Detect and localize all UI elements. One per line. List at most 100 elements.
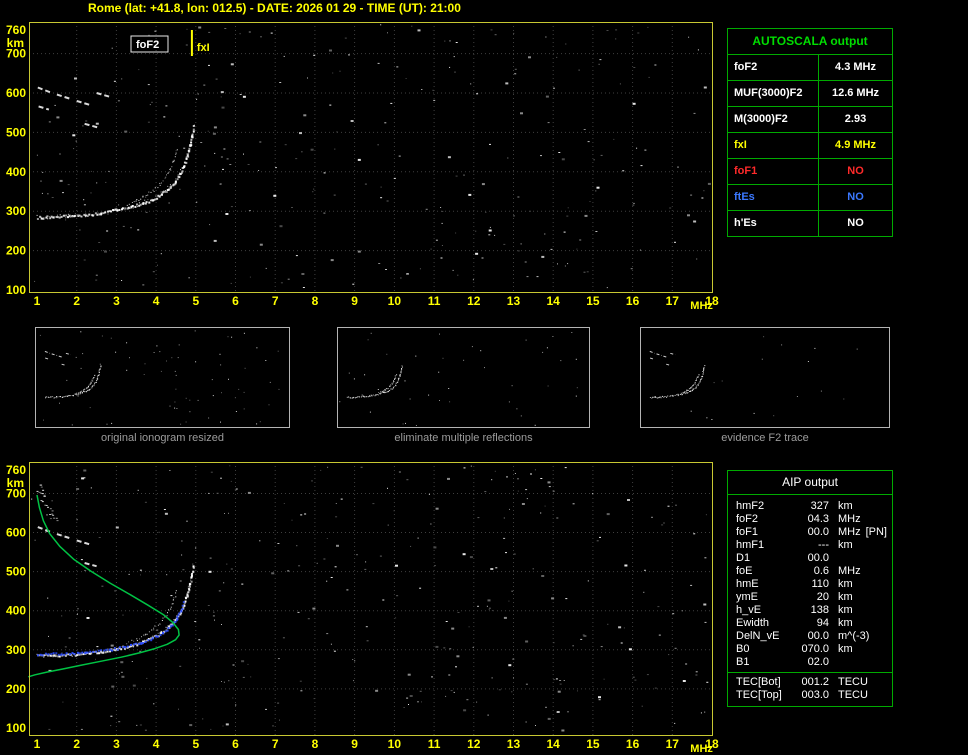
aip-extra: [PN] bbox=[866, 526, 887, 539]
svg-text:km: km bbox=[7, 36, 24, 50]
aip-row-B0: B0070.0km bbox=[728, 643, 892, 656]
aip-value: 0.6 bbox=[793, 565, 829, 578]
aip-row-Ewidth: Ewidth94km bbox=[728, 617, 892, 630]
annotation-fxi: fxI bbox=[192, 30, 210, 56]
autoscala-row-fxI: fxI4.9 MHz bbox=[728, 133, 892, 159]
aip-label: hmF1 bbox=[736, 539, 793, 552]
svg-text:2: 2 bbox=[73, 737, 80, 751]
thumbnail-eliminate-multiples bbox=[337, 327, 590, 428]
annotation-fof2: foF2 bbox=[131, 36, 168, 52]
svg-text:12: 12 bbox=[467, 294, 481, 308]
grid-lines bbox=[29, 462, 712, 735]
svg-text:100: 100 bbox=[6, 721, 26, 735]
aip-row-DelN_vE: DelN_vE00.0m^(-3) bbox=[728, 630, 892, 643]
svg-text:5: 5 bbox=[192, 737, 199, 751]
svg-text:13: 13 bbox=[507, 737, 521, 751]
aip-value: 00.0 bbox=[793, 526, 829, 539]
aip-label: foF1 bbox=[736, 526, 793, 539]
aip-row-foF2: foF204.3MHz bbox=[728, 513, 892, 526]
aip-row-hmE: hmE110km bbox=[728, 578, 892, 591]
aip-unit: km bbox=[829, 617, 853, 630]
aip-row-B1: B102.0 bbox=[728, 656, 892, 669]
aip-value: --- bbox=[793, 539, 829, 552]
svg-text:12: 12 bbox=[467, 737, 481, 751]
svg-text:8: 8 bbox=[312, 294, 319, 308]
svg-text:16: 16 bbox=[626, 294, 640, 308]
autoscala-param-label: M(3000)F2 bbox=[728, 107, 819, 132]
autoscala-row-foF2: foF24.3 MHz bbox=[728, 55, 892, 81]
y-axis-labels: 760700600500400300200100km bbox=[6, 23, 26, 297]
station-title: Rome (lat: +41.8, lon: 012.5) - DATE: 20… bbox=[88, 1, 461, 15]
autoscala-param-value: NO bbox=[819, 159, 892, 184]
thumbnail-caption-original: original ionogram resized bbox=[35, 432, 290, 444]
aip-value: 110 bbox=[793, 578, 829, 591]
aip-unit: km bbox=[829, 604, 853, 617]
aip-label: TEC[Top] bbox=[736, 689, 793, 702]
aip-unit: TECU bbox=[829, 689, 868, 702]
f2-trace bbox=[37, 125, 195, 220]
autoscala-param-value: 4.9 MHz bbox=[819, 133, 892, 158]
aip-value: 00.0 bbox=[793, 630, 829, 643]
aip-label: h_vE bbox=[736, 604, 793, 617]
aip-label: D1 bbox=[736, 552, 793, 565]
aip-unit: km bbox=[829, 500, 853, 513]
svg-text:10: 10 bbox=[388, 294, 402, 308]
aip-value: 327 bbox=[793, 500, 829, 513]
aip-output-table: AIP output hmF2327kmfoF204.3MHzfoF100.0M… bbox=[727, 470, 893, 707]
svg-text:200: 200 bbox=[6, 682, 26, 696]
svg-text:14: 14 bbox=[546, 737, 560, 751]
svg-text:13: 13 bbox=[507, 294, 521, 308]
svg-text:16: 16 bbox=[626, 737, 640, 751]
svg-text:14: 14 bbox=[546, 294, 560, 308]
svg-text:11: 11 bbox=[428, 737, 441, 751]
svg-text:400: 400 bbox=[6, 165, 26, 179]
svg-text:1: 1 bbox=[34, 294, 41, 308]
autoscala-row-MUF(3000)F2: MUF(3000)F212.6 MHz bbox=[728, 81, 892, 107]
aip-row-TEC[Bot]: TEC[Bot]001.2TECU bbox=[728, 676, 892, 689]
autoscala-param-value: NO bbox=[819, 185, 892, 210]
svg-text:17: 17 bbox=[666, 737, 680, 751]
svg-text:3: 3 bbox=[113, 294, 120, 308]
svg-text:9: 9 bbox=[351, 294, 358, 308]
autoscala-row-foF1: foF1NO bbox=[728, 159, 892, 185]
autoscala-param-value: 2.93 bbox=[819, 107, 892, 132]
svg-text:760: 760 bbox=[6, 23, 26, 37]
f2-trace-branch bbox=[127, 153, 177, 206]
thumbnail-caption-evidence: evidence F2 trace bbox=[640, 432, 890, 444]
svg-text:1: 1 bbox=[34, 737, 41, 751]
aip-value: 070.0 bbox=[793, 643, 829, 656]
autoscala-param-label: foF1 bbox=[728, 159, 819, 184]
svg-text:9: 9 bbox=[351, 737, 358, 751]
aip-row-ymE: ymE20km bbox=[728, 591, 892, 604]
aip-unit: MHz bbox=[829, 565, 861, 578]
background-noise bbox=[31, 465, 708, 731]
aip-value: 20 bbox=[793, 591, 829, 604]
svg-text:300: 300 bbox=[6, 643, 26, 657]
aip-label: hmE bbox=[736, 578, 793, 591]
aip-row-TEC[Top]: TEC[Top]003.0TECU bbox=[728, 689, 892, 702]
aip-row-hmF2: hmF2327km bbox=[728, 500, 892, 513]
svg-text:500: 500 bbox=[6, 565, 26, 579]
x-axis-labels: 123456789101112131415161718MHz bbox=[34, 737, 719, 755]
x-axis-labels: 123456789101112131415161718MHz bbox=[34, 294, 719, 312]
aip-row-foF1: foF100.0MHz[PN] bbox=[728, 526, 892, 539]
aip-table-title: AIP output bbox=[728, 471, 892, 495]
aip-row-h_vE: h_vE138km bbox=[728, 604, 892, 617]
autoscala-param-label: MUF(3000)F2 bbox=[728, 81, 819, 106]
aip-unit: km bbox=[829, 539, 853, 552]
svg-text:600: 600 bbox=[6, 86, 26, 100]
svg-text:fxI: fxI bbox=[197, 42, 210, 54]
svg-text:500: 500 bbox=[6, 125, 26, 139]
autoscala-output-table: AUTOSCALA output foF24.3 MHzMUF(3000)F21… bbox=[727, 28, 893, 237]
aip-value: 04.3 bbox=[793, 513, 829, 526]
autoscala-param-label: ftEs bbox=[728, 185, 819, 210]
aip-value: 003.0 bbox=[793, 689, 829, 702]
aip-unit: km bbox=[829, 591, 853, 604]
aip-label: TEC[Bot] bbox=[736, 676, 793, 689]
svg-text:km: km bbox=[7, 476, 24, 490]
grid-lines bbox=[29, 22, 712, 292]
thumbnail-caption-eliminate: eliminate multiple reflections bbox=[337, 432, 590, 444]
svg-text:600: 600 bbox=[6, 526, 26, 540]
f2-trace bbox=[37, 564, 195, 658]
aip-unit bbox=[829, 656, 838, 669]
